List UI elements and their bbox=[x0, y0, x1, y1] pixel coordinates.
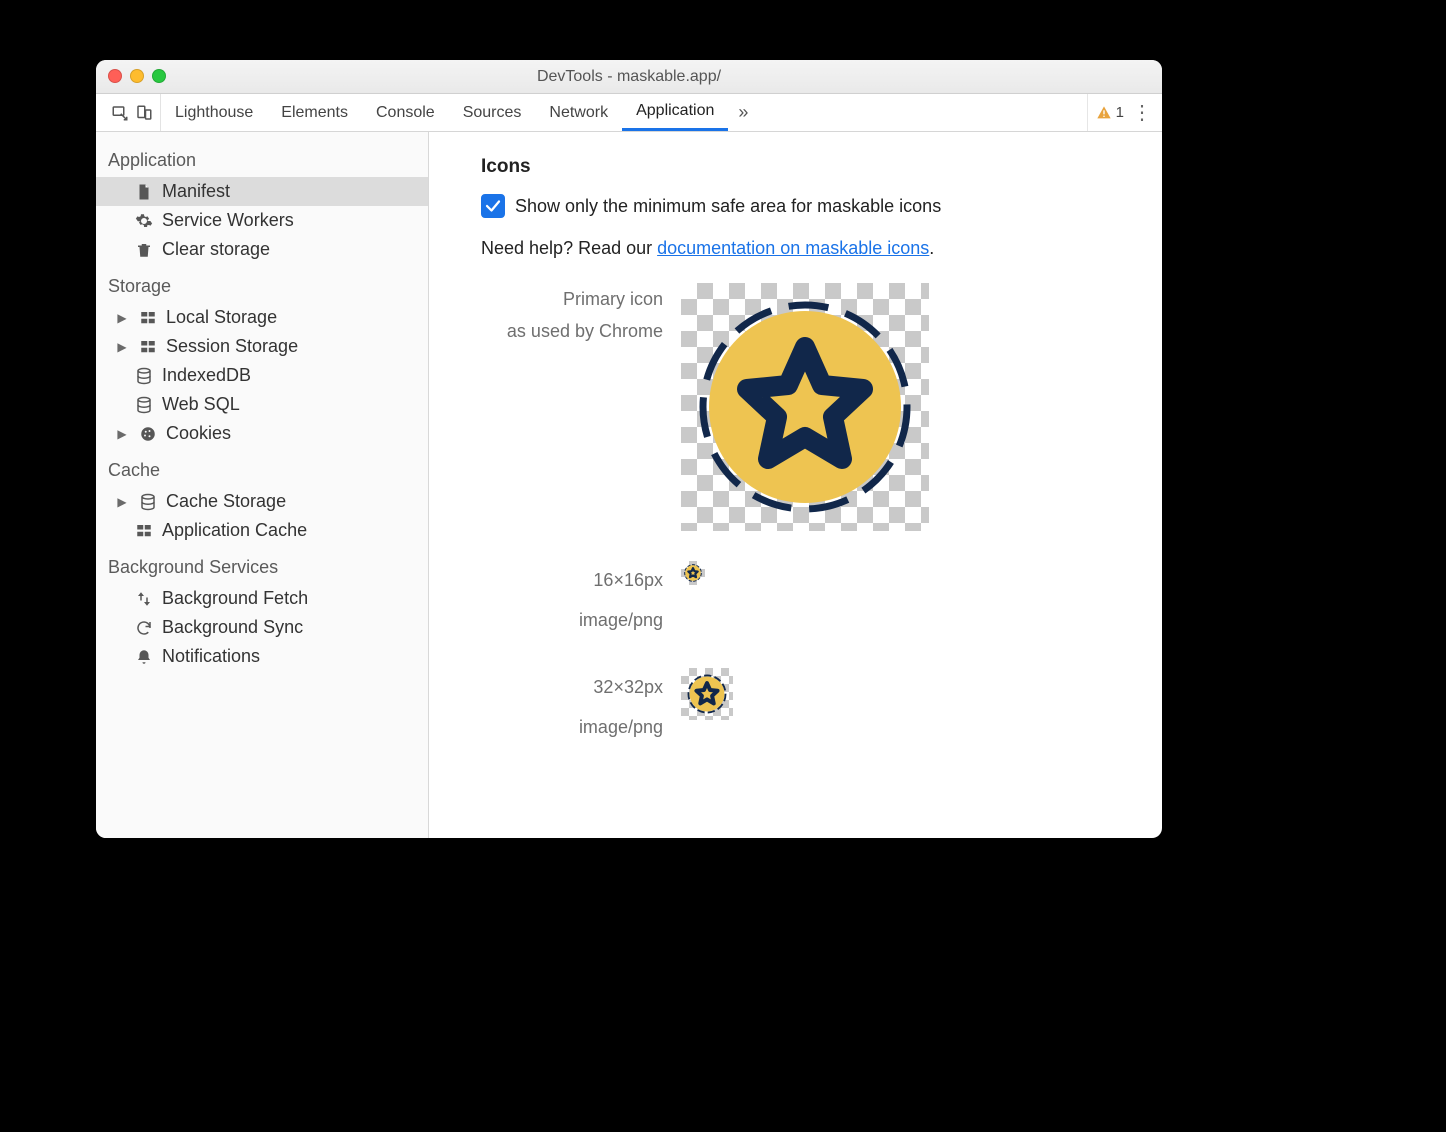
window-close-button[interactable] bbox=[108, 69, 122, 83]
sidebar-item-clear-storage[interactable]: Clear storage bbox=[96, 235, 428, 264]
grid-icon bbox=[138, 337, 158, 357]
window-zoom-button[interactable] bbox=[152, 69, 166, 83]
sidebar-item-label: Application Cache bbox=[162, 520, 307, 541]
disclosure-triangle-icon[interactable]: ▶ bbox=[114, 495, 130, 509]
database-icon bbox=[138, 492, 158, 512]
tab-label: Sources bbox=[463, 104, 522, 122]
disclosure-triangle-icon[interactable]: ▶ bbox=[114, 340, 130, 354]
sidebar-item-websql[interactable]: Web SQL bbox=[96, 390, 428, 419]
sidebar-item-session-storage[interactable]: ▶ Session Storage bbox=[96, 332, 428, 361]
group-storage: Storage bbox=[96, 264, 428, 303]
group-application: Application bbox=[96, 138, 428, 177]
grid-icon bbox=[138, 308, 158, 328]
help-text: Need help? Read our documentation on mas… bbox=[481, 238, 1162, 259]
sidebar-item-label: Session Storage bbox=[166, 336, 298, 357]
sidebar-item-notifications[interactable]: Notifications bbox=[96, 642, 428, 671]
sidebar-item-local-storage[interactable]: ▶ Local Storage bbox=[96, 303, 428, 332]
trash-icon bbox=[134, 240, 154, 260]
safe-area-checkbox[interactable] bbox=[481, 194, 505, 218]
icon-mime-label: image/png bbox=[481, 601, 663, 641]
grid-icon bbox=[134, 521, 154, 541]
tab-application[interactable]: Application bbox=[622, 94, 728, 131]
section-title-icons: Icons bbox=[481, 156, 1162, 178]
sidebar-item-label: Background Fetch bbox=[162, 588, 308, 609]
cookie-icon bbox=[138, 424, 158, 444]
help-suffix: . bbox=[929, 238, 934, 258]
sidebar-item-label: Notifications bbox=[162, 646, 260, 667]
disclosure-triangle-icon[interactable]: ▶ bbox=[114, 311, 130, 325]
sidebar-item-label: Background Sync bbox=[162, 617, 303, 638]
sidebar-item-application-cache[interactable]: Application Cache bbox=[96, 516, 428, 545]
tab-label: Console bbox=[376, 104, 435, 122]
sidebar-item-label: Cache Storage bbox=[166, 491, 286, 512]
sidebar-item-label: Cookies bbox=[166, 423, 231, 444]
main-panel: Icons Show only the minimum safe area fo… bbox=[429, 132, 1162, 838]
tab-elements[interactable]: Elements bbox=[267, 94, 362, 131]
tabs: Lighthouse Elements Console Sources Netw… bbox=[161, 94, 728, 131]
sidebar-item-label: Clear storage bbox=[162, 239, 270, 260]
sidebar-item-indexeddb[interactable]: IndexedDB bbox=[96, 361, 428, 390]
primary-icon-preview bbox=[681, 283, 929, 531]
sidebar-item-background-fetch[interactable]: Background Fetch bbox=[96, 584, 428, 613]
device-toolbar-icon[interactable] bbox=[134, 103, 154, 123]
group-background-services: Background Services bbox=[96, 545, 428, 584]
tabs-overflow-button[interactable]: » bbox=[728, 94, 758, 131]
bell-icon bbox=[134, 647, 154, 667]
file-icon bbox=[134, 182, 154, 202]
tabstrip: Lighthouse Elements Console Sources Netw… bbox=[96, 94, 1162, 132]
icon-mime-label: image/png bbox=[481, 708, 663, 748]
sync-icon bbox=[134, 618, 154, 638]
sidebar-item-background-sync[interactable]: Background Sync bbox=[96, 613, 428, 642]
icon-32-preview bbox=[681, 668, 733, 720]
tab-label: Network bbox=[549, 104, 608, 122]
sidebar-item-cookies[interactable]: ▶ Cookies bbox=[96, 419, 428, 448]
primary-icon-label-1: Primary icon bbox=[481, 283, 663, 315]
window-minimize-button[interactable] bbox=[130, 69, 144, 83]
settings-menu-button[interactable]: ⋮ bbox=[1130, 100, 1154, 125]
tab-label: Application bbox=[636, 102, 714, 120]
sidebar-item-label: Manifest bbox=[162, 181, 230, 202]
safe-area-checkbox-label: Show only the minimum safe area for mask… bbox=[515, 196, 941, 217]
disclosure-triangle-icon[interactable]: ▶ bbox=[114, 427, 130, 441]
warnings-badge[interactable]: 1 bbox=[1096, 104, 1124, 121]
tab-lighthouse[interactable]: Lighthouse bbox=[161, 94, 267, 131]
sidebar-item-cache-storage[interactable]: ▶ Cache Storage bbox=[96, 487, 428, 516]
tab-label: Lighthouse bbox=[175, 104, 253, 122]
icon-16-preview bbox=[681, 561, 705, 585]
tab-sources[interactable]: Sources bbox=[449, 94, 536, 131]
tab-console[interactable]: Console bbox=[362, 94, 449, 131]
sidebar-item-service-workers[interactable]: Service Workers bbox=[96, 206, 428, 235]
database-icon bbox=[134, 366, 154, 386]
tab-label: Elements bbox=[281, 104, 348, 122]
database-icon bbox=[134, 395, 154, 415]
sidebar-item-label: Service Workers bbox=[162, 210, 294, 231]
docs-link[interactable]: documentation on maskable icons bbox=[657, 238, 929, 258]
window-title: DevTools - maskable.app/ bbox=[537, 68, 721, 86]
gear-icon bbox=[134, 211, 154, 231]
titlebar: DevTools - maskable.app/ bbox=[96, 60, 1162, 94]
updown-icon bbox=[134, 589, 154, 609]
sidebar: Application Manifest Service Workers Cle… bbox=[96, 132, 429, 838]
sidebar-item-label: IndexedDB bbox=[162, 365, 251, 386]
group-cache: Cache bbox=[96, 448, 428, 487]
primary-icon-label-2: as used by Chrome bbox=[481, 315, 663, 347]
icon-size-label: 32×32px bbox=[481, 668, 663, 708]
sidebar-item-label: Local Storage bbox=[166, 307, 277, 328]
sidebar-item-manifest[interactable]: Manifest bbox=[96, 177, 428, 206]
tab-network[interactable]: Network bbox=[535, 94, 622, 131]
devtools-window: DevTools - maskable.app/ Lighthouse Elem… bbox=[96, 60, 1162, 838]
icon-size-label: 16×16px bbox=[481, 561, 663, 601]
inspect-element-icon[interactable] bbox=[110, 103, 130, 123]
help-prefix: Need help? Read our bbox=[481, 238, 657, 258]
warnings-count: 1 bbox=[1116, 104, 1124, 121]
sidebar-item-label: Web SQL bbox=[162, 394, 240, 415]
